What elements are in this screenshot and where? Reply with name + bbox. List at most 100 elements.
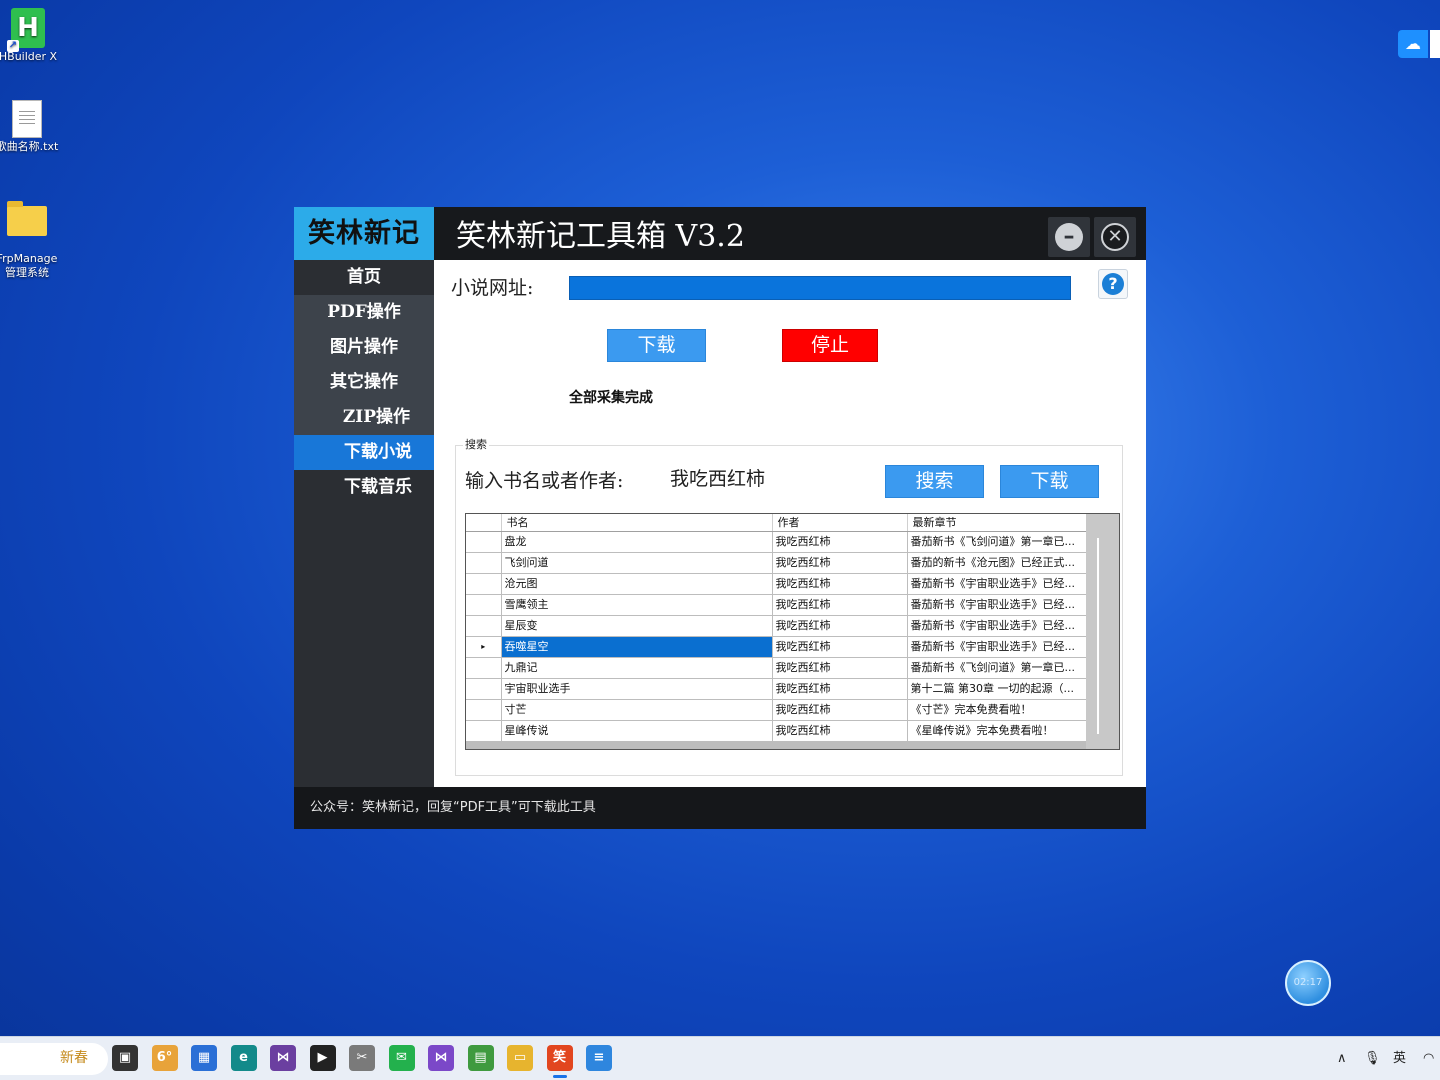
minimize-icon: – xyxy=(1055,223,1083,251)
title-bar[interactable]: 笑林新记工具箱 V3.2 – ✕ xyxy=(434,207,1146,260)
table-row[interactable]: 盘龙 我吃西红柿 番茄新书《飞剑问道》第一章已... xyxy=(466,531,1087,553)
taskbar-search-box[interactable]: 新春 xyxy=(0,1043,108,1075)
column-header-title[interactable]: 书名 xyxy=(501,514,773,532)
table-row[interactable]: 宇宙职业选手 我吃西红柿 第十二篇 第30章 一切的起源（... xyxy=(466,678,1087,700)
close-icon: ✕ xyxy=(1101,223,1129,251)
tools-icon[interactable]: ✂ xyxy=(349,1045,375,1071)
cell-latest-chapter[interactable]: 番茄新书《宇宙职业选手》已经... xyxy=(907,594,1087,616)
window-title: 笑林新记工具箱 V3.2 xyxy=(456,219,745,254)
column-header-author[interactable]: 作者 xyxy=(772,514,908,532)
row-header[interactable] xyxy=(466,531,502,553)
nav-item-pdf[interactable]: PDF操作 xyxy=(294,295,434,330)
store-icon[interactable]: ▦ xyxy=(191,1045,217,1071)
cell-latest-chapter[interactable]: 番茄新书《飞剑问道》第一章已... xyxy=(907,531,1087,553)
visual-studio-2-icon[interactable]: ⋈ xyxy=(428,1045,454,1071)
cell-latest-chapter[interactable]: 第十二篇 第30章 一切的起源（... xyxy=(907,678,1087,700)
search-input[interactable]: 我吃西红柿 xyxy=(670,465,765,493)
row-header[interactable] xyxy=(466,699,502,721)
row-header[interactable] xyxy=(466,678,502,700)
cell-title[interactable]: 盘龙 xyxy=(501,531,773,553)
cell-latest-chapter[interactable]: 番茄新书《宇宙职业选手》已经... xyxy=(907,615,1087,637)
edge-icon[interactable]: e xyxy=(230,1045,257,1071)
cell-author[interactable]: 我吃西红柿 xyxy=(772,531,908,553)
cell-title[interactable]: 宇宙职业选手 xyxy=(501,678,773,700)
toolbox-app-icon[interactable]: 笑 xyxy=(546,1045,573,1078)
cell-author[interactable]: 我吃西红柿 xyxy=(772,552,908,574)
media-player-icon[interactable]: ▶ xyxy=(309,1045,336,1071)
cell-latest-chapter[interactable]: 《寸芒》完本免费看啦！ xyxy=(907,699,1087,721)
download-button[interactable]: 下载 xyxy=(607,329,706,362)
cell-title[interactable]: 沧元图 xyxy=(501,573,773,595)
stop-button[interactable]: 停止 xyxy=(782,329,878,362)
minimize-button[interactable]: – xyxy=(1048,217,1090,257)
cell-author[interactable]: 我吃西红柿 xyxy=(772,720,908,742)
nav-item-zip[interactable]: ZIP操作 xyxy=(294,400,434,435)
row-header[interactable]: ▸ xyxy=(466,636,502,658)
help-button[interactable]: ? xyxy=(1098,269,1128,299)
table-row[interactable]: 星峰传说 我吃西红柿 《星峰传说》完本免费看啦！ xyxy=(466,720,1087,742)
cloud-sync-icon[interactable]: ☁ xyxy=(1398,30,1428,58)
search-button[interactable]: 搜索 xyxy=(885,465,984,498)
row-header[interactable] xyxy=(466,720,502,742)
cell-title[interactable]: 吞噬星空 xyxy=(501,636,773,658)
row-header[interactable] xyxy=(466,573,502,595)
novel-url-input[interactable] xyxy=(569,276,1071,300)
cell-title[interactable]: 雪鹰领主 xyxy=(501,594,773,616)
nav-item-image[interactable]: 图片操作 xyxy=(294,330,434,365)
clock-bubble[interactable]: 02:17 xyxy=(1285,960,1331,1006)
ime-indicator[interactable]: 英 xyxy=(1393,1049,1406,1069)
wechat-icon[interactable]: ✉ xyxy=(388,1045,415,1071)
cell-author[interactable]: 我吃西红柿 xyxy=(772,594,908,616)
cell-author[interactable]: 我吃西红柿 xyxy=(772,615,908,637)
cell-latest-chapter[interactable]: 番茄新书《宇宙职业选手》已经... xyxy=(907,573,1087,595)
download-selected-button[interactable]: 下载 xyxy=(1000,465,1099,498)
nav-item-download-novel[interactable]: 下载小说 xyxy=(294,435,434,470)
table-row[interactable]: 寸芒 我吃西红柿 《寸芒》完本免费看啦！ xyxy=(466,699,1087,721)
notepad-icon[interactable]: ≡ xyxy=(586,1045,612,1071)
cell-title[interactable]: 星辰变 xyxy=(501,615,773,637)
cell-latest-chapter[interactable]: 番茄新书《飞剑问道》第一章已... xyxy=(907,657,1087,679)
desktop-icon-folder[interactable]: FrpManage 管理系统 xyxy=(0,192,59,280)
cell-title[interactable]: 九鼎记 xyxy=(501,657,773,679)
file-explorer-icon[interactable]: ▭ xyxy=(507,1045,533,1071)
table-row[interactable]: 雪鹰领主 我吃西红柿 番茄新书《宇宙职业选手》已经... xyxy=(466,594,1087,616)
cell-author[interactable]: 我吃西红柿 xyxy=(772,699,908,721)
row-header[interactable] xyxy=(466,657,502,679)
close-button[interactable]: ✕ xyxy=(1094,217,1136,257)
cell-author[interactable]: 我吃西红柿 xyxy=(772,678,908,700)
cell-author[interactable]: 我吃西红柿 xyxy=(772,573,908,595)
cell-author[interactable]: 我吃西红柿 xyxy=(772,636,908,658)
weather-icon[interactable]: 6° xyxy=(151,1045,178,1071)
results-grid[interactable]: 书名 作者 最新章节 盘龙 我吃西红柿 番茄新书《飞剑问道》第一章已... 飞剑问道我… xyxy=(465,513,1120,750)
cell-latest-chapter[interactable]: 番茄新书《宇宙职业选手》已经... xyxy=(907,636,1087,658)
table-row[interactable]: 沧元图 我吃西红柿 番茄新书《宇宙职业选手》已经... xyxy=(466,573,1087,595)
table-row[interactable]: 九鼎记 我吃西红柿 番茄新书《飞剑问道》第一章已... xyxy=(466,657,1087,679)
row-header[interactable] xyxy=(466,594,502,616)
grid-vertical-scrollbar[interactable] xyxy=(1086,514,1119,749)
desktop-icon-text-file[interactable]: 歌曲名称.txt xyxy=(0,100,59,154)
row-header[interactable] xyxy=(466,615,502,637)
cell-title[interactable]: 星峰传说 xyxy=(501,720,773,742)
sidebar-nav: 首页 PDF操作 图片操作 其它操作 ZIP操作 下载小说 下载音乐 xyxy=(294,260,434,787)
cell-latest-chapter[interactable]: 《星峰传说》完本免费看啦！ xyxy=(907,720,1087,742)
desktop-icon-hbuilder[interactable]: H HBuilder X xyxy=(0,8,60,64)
row-header[interactable] xyxy=(466,552,502,574)
microphone-icon[interactable]: 🎙 xyxy=(1364,1049,1381,1069)
nav-item-home[interactable]: 首页 xyxy=(294,260,434,295)
column-header-latest-chapter[interactable]: 最新章节 xyxy=(907,514,1087,532)
table-row[interactable]: 星辰变 我吃西红柿 番茄新书《宇宙职业选手》已经... xyxy=(466,615,1087,637)
chart-app-icon[interactable]: ▤ xyxy=(467,1045,494,1071)
visual-studio-icon[interactable]: ⋈ xyxy=(270,1045,296,1071)
cell-title[interactable]: 寸芒 xyxy=(501,699,773,721)
task-view-icon[interactable]: ▣ xyxy=(112,1045,138,1071)
nav-item-other[interactable]: 其它操作 xyxy=(294,365,434,400)
cell-author[interactable]: 我吃西红柿 xyxy=(772,657,908,679)
table-row[interactable]: ▸ 吞噬星空 我吃西红柿 番茄新书《宇宙职业选手》已经... xyxy=(466,636,1087,658)
table-row[interactable]: 飞剑问道 我吃西红柿 番茄的新书《沧元图》已经正式... xyxy=(466,552,1087,574)
wifi-icon[interactable]: ◠ xyxy=(1423,1049,1434,1069)
cell-title[interactable]: 飞剑问道 xyxy=(501,552,773,574)
nav-item-download-music[interactable]: 下载音乐 xyxy=(294,470,434,505)
cell-latest-chapter[interactable]: 番茄的新书《沧元图》已经正式... xyxy=(907,552,1087,574)
cloud-widget-edge xyxy=(1430,30,1440,58)
tray-chevron-icon[interactable]: ∧ xyxy=(1337,1049,1347,1069)
